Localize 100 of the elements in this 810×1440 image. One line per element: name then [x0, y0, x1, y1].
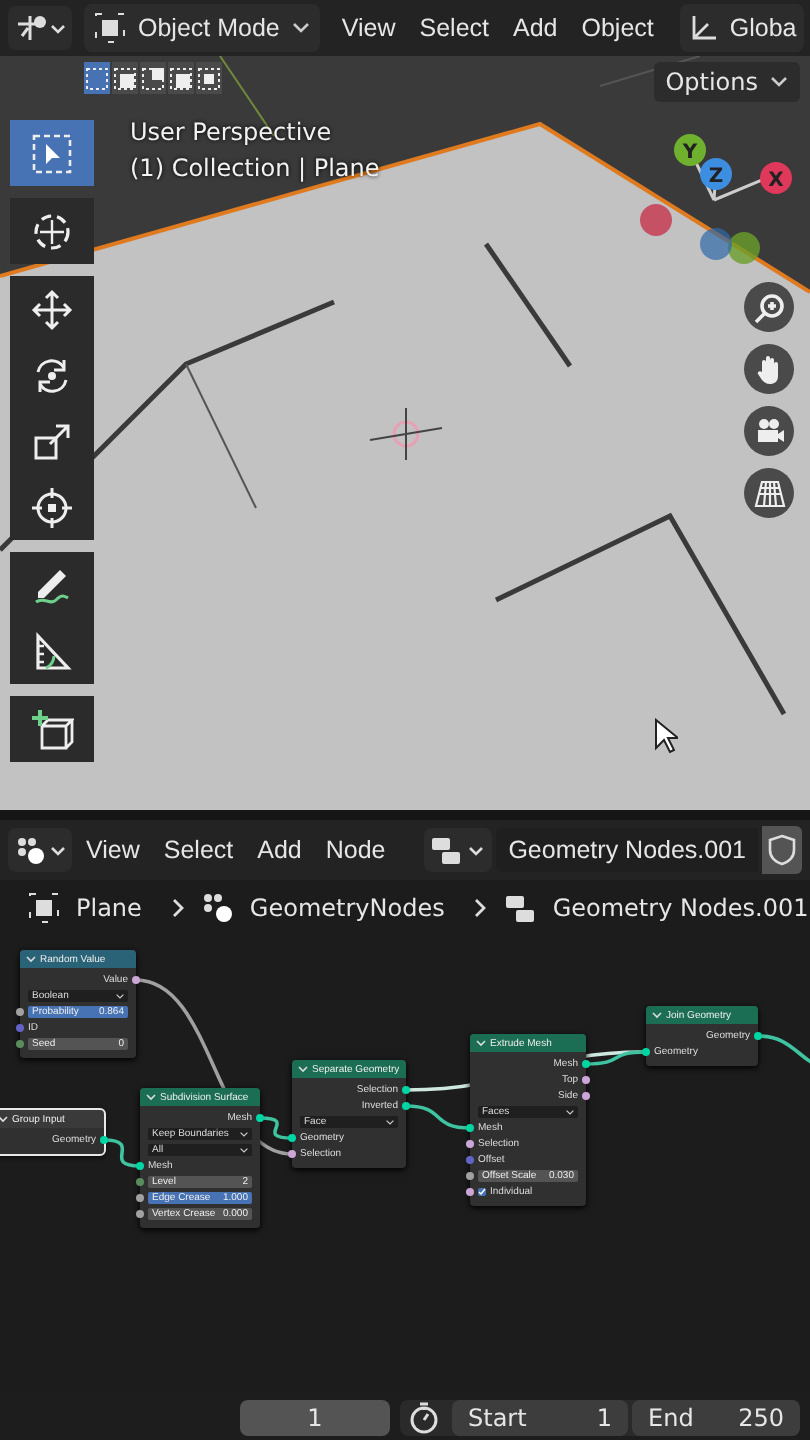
caret-icon — [770, 76, 788, 88]
node-tree-type-button[interactable] — [424, 828, 493, 872]
menu-item[interactable]: View — [331, 6, 406, 50]
menu-item[interactable]: Object — [571, 6, 664, 50]
socket[interactable] — [256, 1114, 264, 1122]
field-value: 1 — [596, 1403, 612, 1431]
editor-type-button[interactable] — [8, 6, 72, 50]
node-editor-icon — [14, 834, 66, 866]
socket[interactable] — [16, 1008, 24, 1016]
menu-item[interactable]: Node — [315, 828, 396, 872]
camera-icon — [753, 415, 785, 447]
grid-icon — [753, 477, 785, 509]
collection-label: (1) Collection | Plane — [130, 154, 380, 182]
object-icon — [28, 892, 60, 924]
collapse-icon — [476, 1039, 486, 1047]
collapse-icon — [26, 955, 36, 963]
collapse-icon — [146, 1093, 156, 1101]
selection-mode-button[interactable] — [84, 62, 110, 94]
socket[interactable] — [582, 1076, 590, 1084]
editor-type-button[interactable] — [8, 828, 72, 872]
menu-item[interactable]: Select — [153, 828, 244, 872]
socket[interactable] — [288, 1134, 296, 1142]
orientation-dropdown[interactable]: Globa — [679, 4, 805, 52]
socket[interactable] — [582, 1092, 590, 1100]
collapse-icon — [652, 1011, 662, 1019]
axis-label: X — [768, 170, 784, 192]
socket[interactable] — [466, 1124, 474, 1132]
end-frame-field[interactable]: End 250 — [632, 1399, 800, 1435]
viewport-editor-icon — [14, 12, 66, 44]
shield-icon — [768, 834, 796, 866]
select-box-icon — [30, 131, 74, 175]
axis-label: Z — [708, 166, 724, 188]
caret-icon — [240, 1147, 248, 1153]
socket[interactable] — [582, 1060, 590, 1068]
selection-mode-icon — [142, 67, 164, 89]
selection-mode-button[interactable] — [196, 62, 222, 94]
axis-gizmo-drawing[interactable] — [640, 134, 792, 264]
chevron-icon — [169, 898, 186, 918]
tool-button[interactable] — [10, 696, 94, 762]
tool-button[interactable] — [10, 276, 94, 342]
node-tree-icon — [430, 834, 487, 866]
selection-mode-button[interactable] — [112, 62, 138, 94]
scale-icon — [30, 419, 74, 463]
checkbox[interactable] — [478, 1188, 486, 1196]
caret-icon — [116, 993, 124, 999]
options-dropdown[interactable]: Options — [653, 62, 800, 102]
tool-button[interactable] — [10, 474, 94, 540]
socket[interactable] — [754, 1032, 762, 1040]
ruler-icon — [30, 629, 74, 673]
mode-dropdown[interactable]: Object Mode — [84, 4, 320, 52]
selection-mode-button[interactable] — [140, 62, 166, 94]
socket[interactable] — [402, 1086, 410, 1094]
socket[interactable] — [466, 1188, 474, 1196]
socket[interactable] — [100, 1136, 108, 1144]
breadcrumb-item[interactable]: Geometry Nodes.001 — [552, 894, 809, 922]
move-icon — [30, 287, 74, 331]
socket[interactable] — [136, 1178, 144, 1186]
field-label: Start — [468, 1403, 527, 1431]
menu-item[interactable]: View — [76, 828, 150, 872]
socket[interactable] — [132, 976, 140, 984]
axes-icon — [687, 12, 720, 44]
socket[interactable] — [466, 1140, 474, 1148]
selection-mode-icon — [198, 67, 220, 89]
socket[interactable] — [16, 1040, 24, 1048]
menu-item[interactable]: Add — [503, 6, 568, 50]
tool-button[interactable] — [10, 198, 94, 264]
start-frame-field[interactable]: Start 1 — [452, 1399, 628, 1435]
tool-button[interactable] — [10, 618, 94, 684]
breadcrumb-item[interactable]: Plane — [76, 894, 142, 922]
node-tree-field[interactable]: Geometry Nodes.001 — [496, 828, 758, 872]
socket[interactable] — [136, 1210, 144, 1218]
node-link — [405, 1104, 471, 1130]
selection-mode-button[interactable] — [168, 62, 194, 94]
socket[interactable] — [136, 1162, 144, 1170]
caret-icon — [386, 1119, 394, 1125]
socket[interactable] — [642, 1048, 650, 1056]
socket[interactable] — [136, 1194, 144, 1202]
breadcrumb-item[interactable]: GeometryNodes — [249, 894, 445, 922]
mouse-cursor-icon — [654, 718, 678, 754]
stopwatch-icon — [408, 1401, 440, 1433]
selection-mode-icon — [86, 67, 108, 89]
add-cube-icon — [30, 707, 74, 751]
menu-item[interactable]: Add — [247, 828, 312, 872]
current-frame-field[interactable]: 1 — [240, 1399, 390, 1435]
socket[interactable] — [402, 1102, 410, 1110]
axis-label: Y — [682, 142, 698, 164]
transform-icon — [30, 485, 74, 529]
menu-item[interactable]: Select — [409, 6, 499, 50]
modifier-icon — [201, 892, 234, 924]
tool-button[interactable] — [10, 552, 94, 618]
field-label: End — [648, 1403, 694, 1431]
socket[interactable] — [288, 1150, 296, 1158]
collapse-icon — [0, 1115, 8, 1123]
selection-mode-icon — [170, 67, 192, 89]
collapse-icon — [298, 1065, 308, 1073]
zoom-icon — [753, 291, 785, 323]
caret-icon — [566, 1109, 574, 1115]
socket[interactable] — [466, 1172, 474, 1180]
fake-user-button[interactable] — [762, 826, 802, 874]
caret-icon — [291, 22, 310, 34]
